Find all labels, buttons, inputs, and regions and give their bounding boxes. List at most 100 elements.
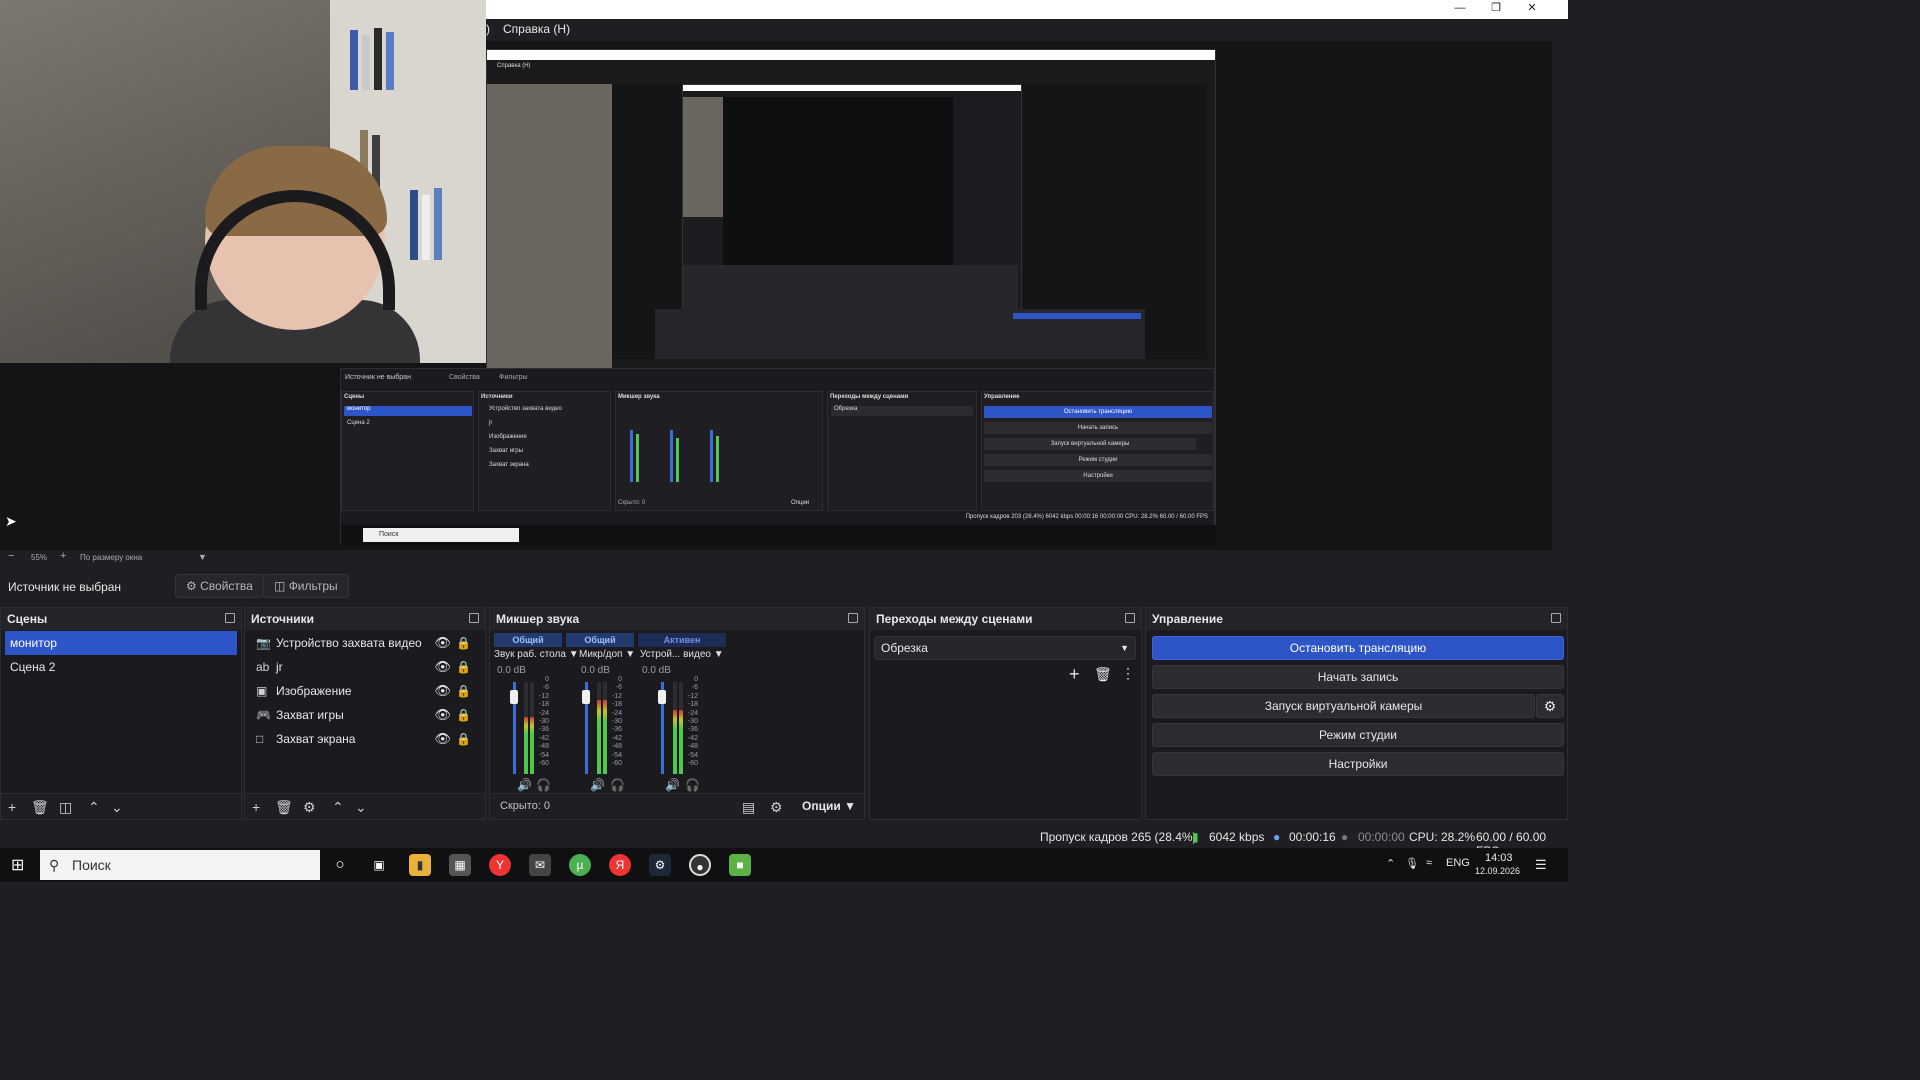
wifi-icon[interactable]: ≈: [1426, 857, 1432, 869]
transition-select[interactable]: Обрезка ▼: [874, 636, 1136, 660]
obs-icon[interactable]: ●: [689, 854, 711, 876]
headphones-icon[interactable]: 🎧: [610, 778, 625, 792]
volume-knob[interactable]: [658, 689, 666, 704]
trash-icon[interactable]: 🗑: [31, 799, 49, 816]
volume-slider[interactable]: [582, 682, 590, 774]
eye-icon[interactable]: 👁: [434, 679, 451, 703]
volume-slider[interactable]: [658, 682, 666, 774]
close-button[interactable]: ✕: [1514, 0, 1550, 19]
start-recording-button[interactable]: Начать запись: [1152, 665, 1564, 689]
scene-item-scene-2[interactable]: Сцена 2: [5, 655, 237, 679]
headphones-icon[interactable]: 🎧: [536, 778, 551, 792]
add-icon[interactable]: +: [8, 799, 16, 815]
lock-icon[interactable]: 🔒: [456, 727, 471, 751]
source-item-video-capture[interactable]: 📷 Устройство захвата видео 👁 🔒: [251, 631, 479, 655]
lock-icon[interactable]: 🔒: [456, 679, 471, 703]
speaker-icon[interactable]: 🔊: [665, 778, 680, 792]
move-up-icon[interactable]: ⌃: [88, 799, 100, 816]
file-explorer-icon[interactable]: ▮: [409, 854, 431, 876]
volume-slider[interactable]: [510, 682, 518, 774]
virtual-camera-button[interactable]: Запуск виртуальной камеры: [1152, 694, 1535, 718]
move-down-icon[interactable]: ⌄: [111, 799, 123, 816]
advanced-audio-icon[interactable]: ⚙: [770, 799, 783, 816]
add-icon[interactable]: +: [252, 799, 260, 815]
yandex-browser-icon[interactable]: Y: [489, 854, 511, 876]
lock-icon[interactable]: 🔒: [456, 631, 471, 655]
minecraft-icon[interactable]: ■: [729, 854, 751, 876]
eye-icon[interactable]: 👁: [434, 631, 451, 655]
options-button[interactable]: Опции ▼: [802, 799, 856, 813]
headphones-icon[interactable]: 🎧: [685, 778, 700, 792]
search-icon: ⚲: [49, 857, 60, 873]
studio-mode-button[interactable]: Режим студии: [1152, 723, 1564, 747]
move-up-icon[interactable]: ⌃: [332, 799, 344, 816]
clock-time[interactable]: 14:03: [1485, 852, 1513, 864]
volume-knob[interactable]: [510, 689, 518, 704]
taskbar-search-input[interactable]: ⚲ Поиск: [40, 850, 320, 880]
language-indicator[interactable]: ENG: [1446, 857, 1470, 869]
undock-icon[interactable]: [1125, 613, 1135, 623]
tray-expand-icon[interactable]: ⌃: [1386, 857, 1395, 870]
eye-icon[interactable]: 👁: [434, 703, 451, 727]
channel-name[interactable]: Звук раб. стола ▼: [494, 649, 579, 660]
zoom-in-button[interactable]: +: [60, 550, 66, 562]
clock-date[interactable]: 12.09.2026: [1475, 866, 1520, 876]
channel-db: 0.0 dB: [642, 665, 671, 676]
gamepad-icon: 🎮: [256, 708, 271, 722]
stop-stream-button[interactable]: Остановить трансляцию: [1152, 636, 1564, 660]
volume-knob[interactable]: [582, 689, 590, 704]
source-item-image[interactable]: ▣ Изображение 👁 🔒: [251, 679, 479, 703]
steam-icon[interactable]: ⚙: [649, 854, 671, 876]
minimize-button[interactable]: —: [1442, 0, 1478, 19]
transition-label: Обрезка: [881, 641, 928, 655]
utorrent-icon[interactable]: µ: [569, 854, 591, 876]
filters-button[interactable]: ◫ Фильтры: [263, 574, 349, 598]
eye-icon[interactable]: 👁: [434, 727, 451, 751]
source-item-screen-capture[interactable]: □ Захват экрана 👁 🔒: [251, 727, 479, 751]
task-view-icon[interactable]: ▣: [368, 854, 390, 876]
trash-icon[interactable]: 🗑: [275, 799, 293, 816]
notifications-icon[interactable]: ☰: [1535, 857, 1547, 873]
audio-mixer-dock: Микшер звука Общий Общий Активен Звук ра…: [489, 607, 865, 820]
settings-button[interactable]: Настройки: [1152, 752, 1564, 776]
eye-icon[interactable]: 👁: [434, 655, 451, 679]
channel-name[interactable]: Микр/доп ▼: [579, 649, 635, 660]
gear-icon[interactable]: ⚙: [303, 799, 316, 816]
more-icon[interactable]: ⋮: [1121, 665, 1135, 682]
layout-icon[interactable]: ▤: [742, 799, 755, 816]
move-down-icon[interactable]: ⌄: [355, 799, 367, 816]
store-icon[interactable]: ▦: [449, 854, 471, 876]
source-item-jr[interactable]: ab jr 👁 🔒: [251, 655, 479, 679]
zoom-mode-select[interactable]: По размеру окна: [80, 553, 142, 562]
speaker-icon[interactable]: 🔊: [517, 778, 532, 792]
microphone-icon[interactable]: 🎙: [1405, 857, 1419, 870]
gear-icon[interactable]: ⚙: [1536, 694, 1564, 718]
channel-tag-label: Общий: [512, 635, 544, 645]
channel-name[interactable]: Устрой... видео ▼: [640, 649, 724, 660]
add-icon[interactable]: +: [1069, 664, 1080, 685]
undock-icon[interactable]: [1551, 613, 1561, 623]
no-source-label: Источник не выбран: [8, 580, 122, 594]
properties-button[interactable]: ⚙ Свойства: [175, 574, 264, 598]
menu-item-help[interactable]: Справка (H): [503, 22, 570, 36]
zoom-out-button[interactable]: −: [8, 550, 14, 562]
scene-item-monitor[interactable]: монитор: [5, 631, 237, 655]
zoom-level: 55%: [31, 553, 48, 562]
mail-icon[interactable]: ✉: [529, 854, 551, 876]
chevron-down-icon[interactable]: ▼: [198, 552, 207, 562]
yandex-icon[interactable]: Я: [609, 854, 631, 876]
menu-item-partial[interactable]: ): [486, 22, 490, 36]
sources-dock: Источники 📷 Устройство захвата видео 👁 🔒…: [244, 607, 486, 820]
source-item-game-capture[interactable]: 🎮 Захват игры 👁 🔒: [251, 703, 479, 727]
undock-icon[interactable]: [848, 613, 858, 623]
trash-icon[interactable]: 🗑: [1094, 666, 1112, 683]
lock-icon[interactable]: 🔒: [456, 655, 471, 679]
lock-icon[interactable]: 🔒: [456, 703, 471, 727]
maximize-button[interactable]: ❐: [1478, 0, 1514, 19]
windows-start-icon[interactable]: ⊞: [11, 855, 24, 875]
speaker-icon[interactable]: 🔊: [590, 778, 605, 792]
cortana-icon[interactable]: ○: [329, 854, 351, 876]
filter-icon[interactable]: ◫: [59, 799, 72, 816]
undock-icon[interactable]: [469, 613, 479, 623]
undock-icon[interactable]: [225, 613, 235, 623]
